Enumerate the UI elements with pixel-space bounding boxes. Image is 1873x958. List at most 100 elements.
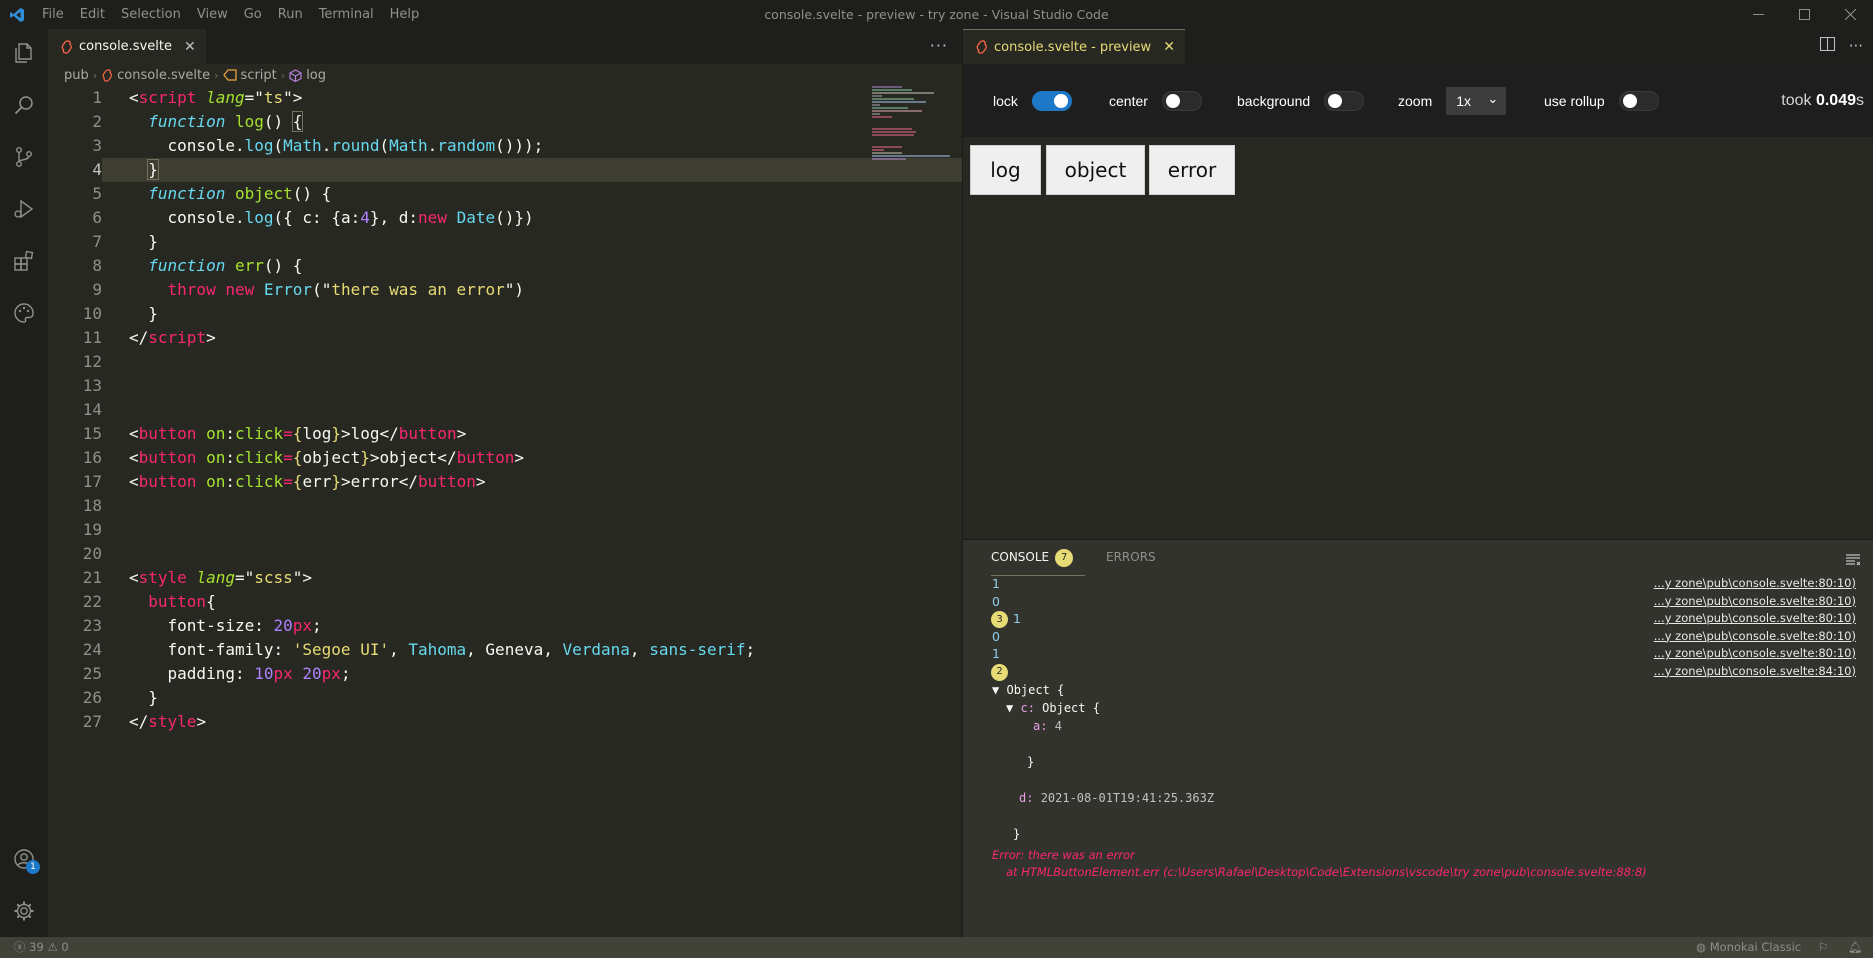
object-c-row[interactable]: ▼ c: Object { <box>1006 699 1100 717</box>
accounts-badge: 1 <box>26 860 40 874</box>
minimize-icon <box>1752 14 1764 15</box>
search-button[interactable] <box>0 81 48 129</box>
object-c-close: } <box>1027 755 1035 769</box>
breadcrumb: pub › console.svelte › script › log <box>48 64 962 86</box>
preview-toolbar: lock center background zoom 1x ⌄ use roll… <box>963 64 1873 137</box>
breadcrumb-item-script[interactable]: script <box>241 68 277 83</box>
source-link[interactable]: ...y zone\pub\console.svelte:80:10) <box>1654 610 1856 628</box>
code-line: 21 <style lang="scss"> <box>48 566 962 590</box>
preview-actions: ··· <box>1819 29 1863 64</box>
line-number: 27 <box>82 712 102 731</box>
code-line: 9 throw new Error("there was an error") <box>48 278 962 302</box>
maximize-button[interactable] <box>1781 0 1827 29</box>
menu-selection[interactable]: Selection <box>113 0 189 29</box>
palette-icon: ◍ <box>1696 940 1707 954</box>
svelte-file-icon <box>61 39 72 54</box>
source-link[interactable]: ...y zone\pub\console.svelte:80:10) <box>1654 628 1856 646</box>
window-controls <box>1735 0 1873 29</box>
object-root-row[interactable]: ▼ Object { <box>992 681 1064 699</box>
more-actions-icon[interactable]: ··· <box>1849 29 1863 64</box>
source-link[interactable]: ...y zone\pub\console.svelte:80:10) <box>1654 575 1856 593</box>
minimap[interactable] <box>872 86 962 166</box>
line-number: 10 <box>82 304 102 323</box>
breadcrumb-item-file[interactable]: console.svelte <box>117 68 210 83</box>
tab-console-svelte[interactable]: console.svelte ✕ <box>48 29 206 64</box>
clear-console-icon[interactable] <box>1846 551 1861 570</box>
lock-toggle[interactable] <box>1031 90 1072 111</box>
bell-icon[interactable]: 🔔︎ <box>1848 937 1863 958</box>
line-number: 24 <box>82 640 102 659</box>
object-button[interactable]: object <box>1046 145 1145 195</box>
menu-edit[interactable]: Edit <box>72 0 113 29</box>
background-toggle[interactable] <box>1324 90 1365 111</box>
breadcrumb-item-pub[interactable]: pub <box>64 68 89 83</box>
error-button[interactable]: error <box>1149 145 1235 195</box>
code-line: 12 <box>48 350 962 374</box>
line-number: 20 <box>82 544 102 563</box>
chevron-down-icon: ⌄ <box>1487 90 1499 106</box>
source-control-button[interactable] <box>0 133 48 181</box>
problems-indicator[interactable]: ⓧ 39 ⚠ 0 <box>14 937 69 958</box>
preview-tab-label: console.svelte - preview <box>994 39 1152 55</box>
line-number: 15 <box>82 424 102 443</box>
tab-errors[interactable]: ERRORS <box>1106 540 1156 575</box>
settings-button[interactable] <box>0 887 48 935</box>
run-debug-icon <box>14 199 34 219</box>
error-icon: ⓧ <box>14 940 26 954</box>
menu-run[interactable]: Run <box>270 0 311 29</box>
rollup-toggle[interactable] <box>1618 90 1659 111</box>
line-number: 14 <box>82 400 102 419</box>
tab-preview[interactable]: console.svelte - preview ✕ <box>963 29 1185 64</box>
palette-button[interactable] <box>0 289 48 337</box>
warning-icon: ⚠ <box>47 940 58 954</box>
background-label: background <box>1237 92 1311 109</box>
close-icon <box>1844 9 1856 20</box>
explorer-button[interactable] <box>0 29 48 77</box>
palette-icon <box>14 303 34 323</box>
source-link[interactable]: ...y zone\pub\console.svelte:80:10) <box>1654 593 1856 611</box>
feedback-icon[interactable]: ⚐ <box>1818 937 1828 958</box>
center-toggle[interactable] <box>1161 90 1202 111</box>
menu-go[interactable]: Go <box>236 0 270 29</box>
gear-icon <box>14 901 34 921</box>
extensions-button[interactable] <box>0 237 48 285</box>
theme-indicator[interactable]: ◍ Monokai Classic <box>1696 937 1801 958</box>
close-tab-icon[interactable]: ✕ <box>1163 39 1175 55</box>
zoom-select[interactable]: 1x ⌄ <box>1446 86 1507 115</box>
code-line: 3 console.log(Math.round(Math.random()))… <box>48 134 962 175</box>
menu-file[interactable]: File <box>34 0 72 29</box>
more-actions-icon[interactable]: ··· <box>930 29 948 62</box>
code-line: 15 <button on:click={log}>log</button> <box>48 422 962 446</box>
close-window-button[interactable] <box>1827 0 1873 29</box>
svelte-file-icon <box>102 68 113 82</box>
code-line: 2 function log() { <box>48 110 962 134</box>
console-log-list: 1 ...y zone\pub\console.svelte:80:10) 0..… <box>963 575 1873 879</box>
line-number: 26 <box>82 688 102 707</box>
source-link[interactable]: ...y zone\pub\console.svelte:84:10) <box>1654 663 1856 681</box>
source-link[interactable]: ...y zone\pub\console.svelte:80:10) <box>1654 645 1856 663</box>
menu-view[interactable]: View <box>189 0 236 29</box>
menu-help[interactable]: Help <box>382 0 428 29</box>
object-root-close: } <box>1013 827 1021 841</box>
editor-tab-bar: console.svelte ✕ ··· <box>48 29 962 64</box>
accounts-button[interactable]: 1 <box>0 835 48 883</box>
code-line: 13 <box>48 374 962 398</box>
breadcrumb-item-log[interactable]: log <box>306 68 326 83</box>
console-entry: 3 1 ...y zone\pub\console.svelte:80:10) <box>963 610 1873 628</box>
console-entry: 0 ...y zone\pub\console.svelte:80:10) <box>992 593 1856 611</box>
menu-terminal[interactable]: Terminal <box>311 0 382 29</box>
run-debug-button[interactable] <box>0 185 48 233</box>
error-stack: at HTMLButtonElement.err (c:\Users\Rafae… <box>1006 865 1647 879</box>
title-bar: File Edit Selection View Go Run Terminal… <box>0 0 1873 29</box>
tab-label: console.svelte <box>79 39 172 54</box>
line-number: 5 <box>92 184 102 203</box>
split-editor-icon[interactable] <box>1819 29 1835 64</box>
code-line: 1 <script lang="ts"> <box>48 86 962 110</box>
minimize-button[interactable] <box>1735 0 1781 29</box>
close-tab-icon[interactable]: ✕ <box>184 39 196 55</box>
line-number: 18 <box>82 496 102 515</box>
log-button[interactable]: log <box>970 145 1041 195</box>
tab-console[interactable]: CONSOLE 7 <box>991 540 1085 576</box>
line-number: 7 <box>92 232 102 251</box>
code-area[interactable]: 1 <script lang="ts"> 2 function log() { 3… <box>48 86 962 734</box>
